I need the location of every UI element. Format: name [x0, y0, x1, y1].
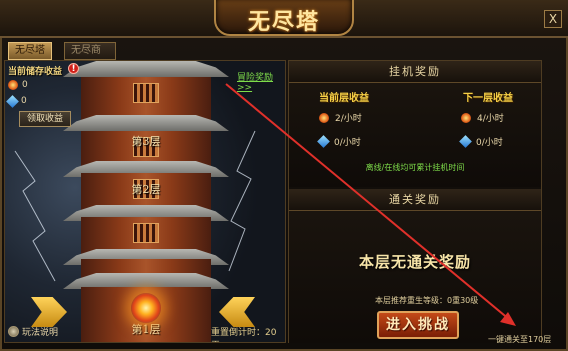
enter-challenge-button[interactable]: 进入挑战 [377, 311, 459, 339]
stored-gem-value: 0 [21, 96, 27, 106]
earnings-label: 当前储存收益 [8, 67, 63, 77]
idle-reward-section: 当前层收益 下一层收益 2/小时 0/小时 4/小时 0/小时 离线/在线均可累… [289, 83, 541, 187]
current-floor-orb [131, 293, 161, 323]
recommended-level: 本层推荐重生等级：0重30级 [375, 296, 479, 305]
idle-note: 离线/在线均可累计挂机时间 [365, 163, 465, 172]
stored-fire-value: 0 [22, 80, 28, 90]
next-fire-row: 4/小时 [461, 111, 504, 124]
gem-icon [459, 135, 472, 148]
current-gem-row: 0/小时 [317, 135, 361, 148]
floor-label[interactable]: 第1层 [63, 321, 229, 337]
floor-label[interactable]: 第3层 [63, 133, 229, 149]
rules-icon [8, 326, 19, 337]
tab-endless-shop[interactable]: 无尽商城 [64, 42, 116, 72]
current-fire-rate: 2/小时 [335, 114, 362, 124]
one-click-clear-link[interactable]: 一键通关至170层 [488, 334, 551, 345]
reward-panel: 挂机奖励 当前层收益 下一层收益 2/小时 0/小时 4/小时 0/小时 离线/… [288, 60, 542, 343]
stored-fire: 0 [8, 79, 28, 91]
tower-panel: 第3层 第2层 第1层 当前储存收益 ! 0 0 领取收益 冒险奖励>> 玩法说… [4, 60, 286, 343]
next-floor-title: 下一层收益 [463, 93, 513, 104]
next-fire-rate: 4/小时 [477, 114, 504, 124]
gem-icon [6, 94, 19, 108]
title-bar: 无尽塔 X [0, 0, 568, 38]
no-clear-reward-text: 本层无通关奖励 [358, 253, 471, 271]
claim-earnings-button[interactable]: 领取收益 [19, 111, 71, 127]
next-gem-row: 0/小时 [459, 135, 503, 148]
fire-icon [8, 80, 18, 90]
clear-reward-section: 本层无通关奖励 本层推荐重生等级：0重30级 进入挑战 [289, 211, 541, 343]
title-plate: 无尽塔 [214, 0, 354, 36]
next-gem-rate: 0/小时 [476, 138, 503, 148]
adventure-reward-link[interactable]: 冒险奖励>> [237, 70, 285, 93]
fire-icon [319, 112, 329, 123]
rules-link[interactable]: 玩法说明 [8, 325, 58, 338]
current-floor-title: 当前层收益 [319, 93, 369, 104]
idle-reward-header: 挂机奖励 [289, 61, 541, 83]
window-title: 无尽塔 [247, 9, 320, 35]
stored-gem: 0 [6, 94, 27, 108]
clear-reward-header: 通关奖励 [289, 189, 541, 211]
current-gem-rate: 0/小时 [334, 138, 361, 148]
close-button[interactable]: X [544, 10, 562, 28]
alert-icon[interactable]: ! [68, 63, 79, 74]
reset-countdown: 重置倒计时：20天 [211, 328, 277, 342]
rules-link-label: 玩法说明 [22, 328, 59, 338]
fire-icon [461, 112, 471, 123]
gem-icon [317, 135, 330, 148]
floor-label[interactable]: 第2层 [63, 181, 229, 197]
current-fire-row: 2/小时 [319, 111, 362, 124]
tower-image: 第3层 第2层 第1层 [63, 61, 229, 342]
tab-endless-tower[interactable]: 无尽塔 [8, 42, 52, 60]
